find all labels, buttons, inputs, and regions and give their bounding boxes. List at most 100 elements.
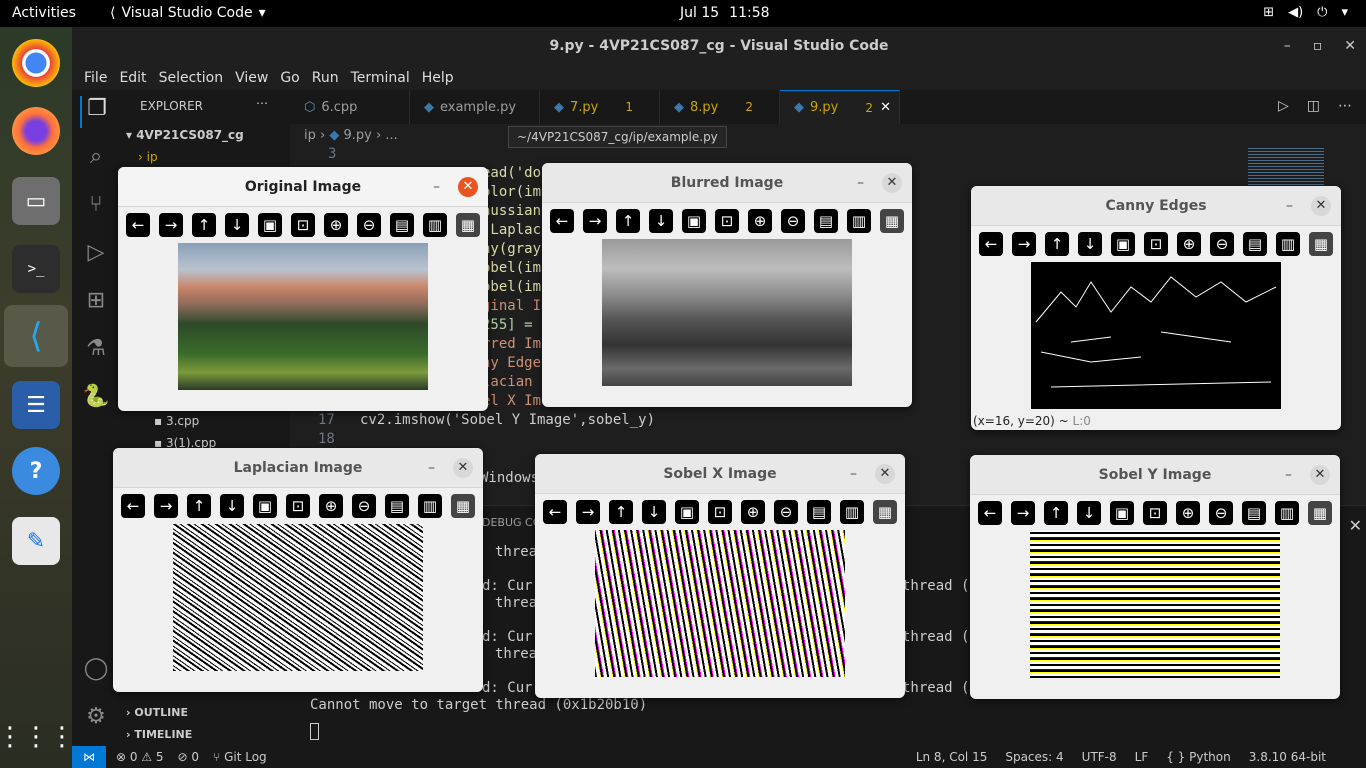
minimap[interactable]	[1248, 146, 1324, 186]
image-settings-icon[interactable]: ⊡	[286, 494, 310, 518]
tab-example-py[interactable]: ◆ example.py	[410, 90, 540, 124]
down-arrow-icon[interactable]: ↓	[649, 209, 673, 233]
testing-icon[interactable]: ⚗	[80, 336, 112, 368]
interpreter-version[interactable]: 3.8.10 64-bit	[1249, 750, 1326, 764]
minimize-icon[interactable]: –	[1286, 186, 1293, 226]
image-icon[interactable]: ▣	[258, 213, 282, 237]
image-settings-icon[interactable]: ⊡	[291, 213, 315, 237]
forward-arrow-icon[interactable]: →	[576, 500, 600, 524]
menu-go[interactable]: Go	[274, 70, 305, 86]
up-arrow-icon[interactable]: ↑	[616, 209, 640, 233]
close-icon[interactable]: ✕	[458, 177, 478, 197]
back-arrow-icon[interactable]: ←	[126, 213, 150, 237]
forward-arrow-icon[interactable]: →	[1012, 232, 1036, 256]
up-arrow-icon[interactable]: ↑	[1045, 232, 1069, 256]
window-blurred-image[interactable]: Blurred Image – ✕ ← → ↑ ↓ ▣ ⊡ ⊕ ⊖ ▤ ▥ ▦	[542, 163, 912, 407]
show-apps-icon[interactable]: ⋮⋮⋮	[0, 713, 75, 761]
save-icon[interactable]: ▤	[385, 494, 409, 518]
encoding[interactable]: UTF-8	[1082, 750, 1117, 764]
menu-run[interactable]: Run	[306, 70, 345, 86]
properties-icon[interactable]: ▦	[451, 494, 475, 518]
up-arrow-icon[interactable]: ↑	[187, 494, 211, 518]
remote-icon[interactable]: ⋈	[72, 746, 106, 768]
end-of-line[interactable]: LF	[1135, 750, 1149, 764]
properties-icon[interactable]: ▦	[873, 500, 897, 524]
menu-help[interactable]: Help	[416, 70, 460, 86]
save-icon[interactable]: ▤	[1243, 232, 1267, 256]
properties-icon[interactable]: ▦	[1309, 232, 1333, 256]
menu-terminal[interactable]: Terminal	[345, 70, 416, 86]
more-actions-icon[interactable]: ⋯	[1338, 98, 1352, 124]
tab-7-py[interactable]: ◆ 7.py 1	[540, 90, 660, 124]
indentation[interactable]: Spaces: 4	[1005, 750, 1063, 764]
window-original-image[interactable]: Original Image – ✕ ← → ↑ ↓ ▣ ⊡ ⊕ ⊖ ▤ ▥ ▦	[118, 167, 488, 411]
forward-arrow-icon[interactable]: →	[1011, 501, 1035, 525]
git-log-button[interactable]: ⑂ Git Log	[213, 750, 267, 764]
tab-6-cpp[interactable]: ⬡ 6.cpp	[290, 90, 410, 124]
gear-icon[interactable]: ⚙	[80, 704, 112, 736]
clipboard-icon[interactable]: ▥	[847, 209, 871, 233]
workspace-root[interactable]: ▾ 4VP21CS087_cg	[126, 128, 244, 142]
image-settings-icon[interactable]: ⊡	[1144, 232, 1168, 256]
back-arrow-icon[interactable]: ←	[550, 209, 574, 233]
image-settings-icon[interactable]: ⊡	[708, 500, 732, 524]
clipboard-icon[interactable]: ▥	[840, 500, 864, 524]
properties-icon[interactable]: ▦	[456, 213, 480, 237]
window-sobel-x-image[interactable]: Sobel X Image – ✕ ← → ↑ ↓ ▣ ⊡ ⊕ ⊖ ▤ ▥ ▦	[535, 454, 905, 698]
down-arrow-icon[interactable]: ↓	[1077, 501, 1101, 525]
up-arrow-icon[interactable]: ↑	[609, 500, 633, 524]
forward-arrow-icon[interactable]: →	[583, 209, 607, 233]
minimize-icon[interactable]: –	[857, 163, 864, 203]
back-arrow-icon[interactable]: ←	[121, 494, 145, 518]
close-icon[interactable]: ✕	[875, 464, 895, 484]
search-icon[interactable]: ⌕	[80, 144, 112, 176]
menu-edit[interactable]: Edit	[113, 70, 152, 86]
image-icon[interactable]: ▣	[675, 500, 699, 524]
menu-view[interactable]: View	[229, 70, 274, 86]
more-actions-icon[interactable]: ⋯	[256, 96, 268, 110]
tab-8-py[interactable]: ◆ 8.py 2	[660, 90, 780, 124]
python-icon[interactable]: 🐍	[80, 384, 112, 416]
run-icon[interactable]: ▷	[1278, 98, 1289, 124]
vscode-dock-icon[interactable]: ⟨	[4, 305, 68, 367]
zoom-out-icon[interactable]: ⊖	[774, 500, 798, 524]
image-icon[interactable]: ▣	[682, 209, 706, 233]
down-arrow-icon[interactable]: ↓	[225, 213, 249, 237]
forward-arrow-icon[interactable]: →	[159, 213, 183, 237]
save-icon[interactable]: ▤	[807, 500, 831, 524]
minimize-icon[interactable]: –	[850, 454, 857, 494]
properties-icon[interactable]: ▦	[880, 209, 904, 233]
image-icon[interactable]: ▣	[1111, 232, 1135, 256]
menu-file[interactable]: File	[78, 70, 113, 86]
zoom-out-icon[interactable]: ⊖	[1210, 232, 1234, 256]
zoom-in-icon[interactable]: ⊕	[1177, 232, 1201, 256]
image-settings-icon[interactable]: ⊡	[1143, 501, 1167, 525]
outline-section[interactable]: › OUTLINE	[126, 706, 188, 719]
breadcrumb-rest[interactable]: ...	[385, 128, 397, 143]
close-icon[interactable]: ✕	[453, 458, 473, 478]
back-arrow-icon[interactable]: ←	[543, 500, 567, 524]
run-debug-icon[interactable]: ▷	[80, 240, 112, 272]
chrome-icon[interactable]	[12, 39, 60, 87]
zoom-out-icon[interactable]: ⊖	[1209, 501, 1233, 525]
account-icon[interactable]: ◯	[80, 656, 112, 688]
image-settings-icon[interactable]: ⊡	[715, 209, 739, 233]
zoom-in-icon[interactable]: ⊕	[741, 500, 765, 524]
text-editor-icon[interactable]: ✎	[12, 517, 60, 565]
back-arrow-icon[interactable]: ←	[979, 232, 1003, 256]
tab-9-py[interactable]: ◆ 9.py 2 ✕	[780, 90, 900, 124]
properties-icon[interactable]: ▦	[1308, 501, 1332, 525]
zoom-in-icon[interactable]: ⊕	[1176, 501, 1200, 525]
minimize-icon[interactable]: –	[1285, 455, 1292, 495]
breadcrumb-file[interactable]: 9.py	[343, 128, 371, 143]
clipboard-icon[interactable]: ▥	[1275, 501, 1299, 525]
app-menu[interactable]: ⟨ Visual Studio Code ▾	[110, 5, 266, 21]
files-icon[interactable]: ▭	[12, 177, 60, 225]
zoom-in-icon[interactable]: ⊕	[319, 494, 343, 518]
minimize-icon[interactable]: –	[1284, 27, 1291, 65]
zoom-in-icon[interactable]: ⊕	[324, 213, 348, 237]
window-sobel-y-image[interactable]: Sobel Y Image – ✕ ← → ↑ ↓ ▣ ⊡ ⊕ ⊖ ▤ ▥ ▦	[970, 455, 1340, 699]
source-control-icon[interactable]: ⑂	[80, 192, 112, 224]
save-icon[interactable]: ▤	[1242, 501, 1266, 525]
clock[interactable]: Jul 15 11:58	[680, 5, 770, 21]
